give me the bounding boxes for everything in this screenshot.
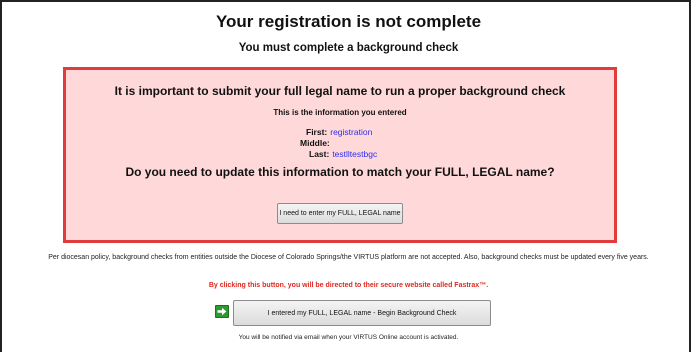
page-subtitle: You must complete a background check [238, 42, 459, 54]
first-name-label: First: [306, 127, 328, 137]
enter-legal-name-button[interactable]: I need to enter my FULL, LEGAL name [277, 203, 403, 224]
last-name-value: testlltestbgc [332, 149, 378, 159]
first-name-field: First: registration [306, 127, 372, 137]
last-name-field: Last: testlltestbgc [309, 149, 377, 159]
middle-name-label: Middle: [300, 138, 330, 148]
activation-notice: You will be notified via email when your… [238, 334, 459, 341]
arrow-right-icon[interactable] [215, 305, 229, 318]
alert-heading: It is important to submit your full lega… [114, 84, 566, 98]
entered-info-heading: This is the information you entered [273, 108, 407, 117]
diocesan-policy-text: Per diocesan policy, background checks f… [48, 254, 649, 261]
update-name-question: Do you need to update this information t… [125, 165, 555, 179]
middle-name-field: Middle: [300, 138, 333, 148]
begin-background-check-button[interactable]: I entered my FULL, LEGAL name - Begin Ba… [233, 300, 491, 326]
fastrax-redirect-note: By clicking this button, you will be dir… [208, 282, 489, 289]
last-name-label: Last: [309, 149, 330, 159]
page-title: Your registration is not complete [215, 12, 482, 31]
first-name-value: registration [330, 127, 373, 137]
legal-name-alert-box: It is important to submit your full lega… [63, 67, 617, 243]
